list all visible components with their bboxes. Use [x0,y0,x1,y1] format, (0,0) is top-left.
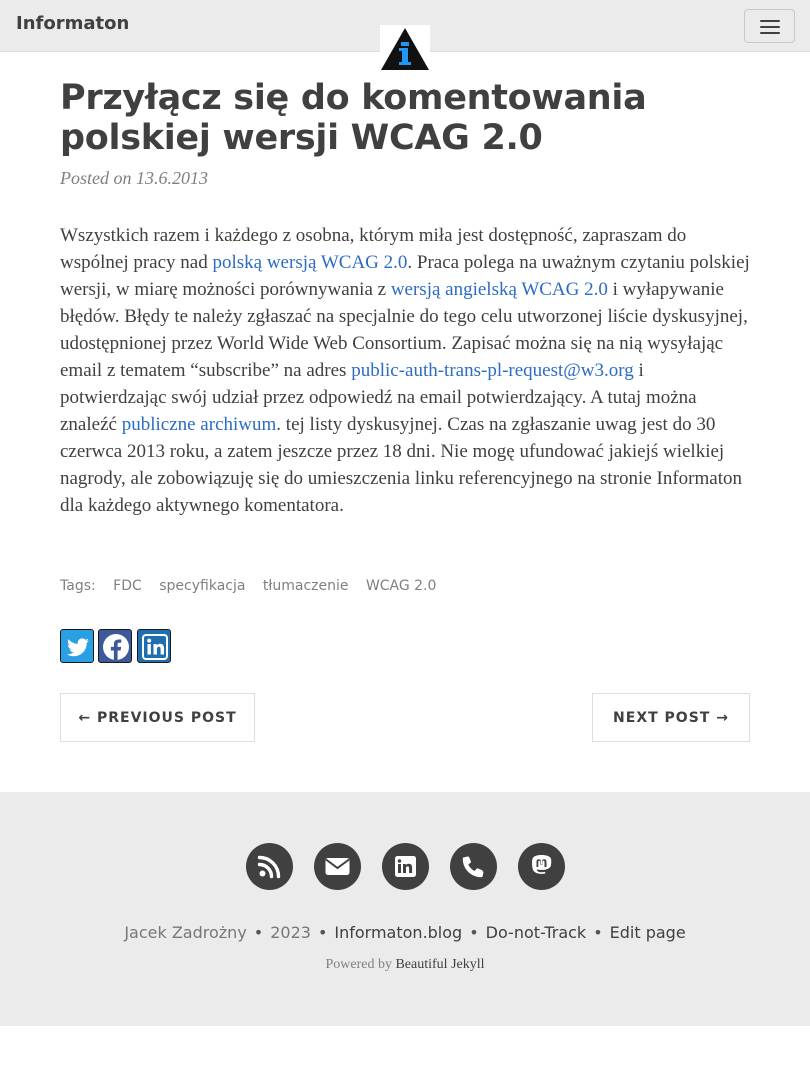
share-facebook-button[interactable] [98,629,132,663]
footer-credits: Jacek Zadrożny • 2023 • Informaton.blog • Do-n… [124,923,686,942]
footer-dnt-link[interactable]: Do-not-Track [486,923,587,942]
tag-link[interactable]: FDC [113,578,142,594]
informaton-logo-icon [381,28,429,70]
share-linkedin-button[interactable] [137,629,171,663]
rss-icon [257,855,281,879]
tag-link[interactable]: specyfikacja [159,578,245,594]
footer-email-link[interactable] [314,843,361,890]
previous-post-button[interactable]: ← PREVIOUS POST [60,693,255,742]
mastodon-icon [532,855,552,874]
footer-blog-link[interactable]: Informaton.blog [334,923,462,942]
powered-by: Powered by Beautiful Jekyll [325,957,485,972]
tag-link[interactable]: WCAG 2.0 [366,578,437,594]
next-post-button[interactable]: NEXT POST → [592,693,750,742]
footer-author: Jacek Zadrożny [124,923,247,942]
facebook-icon [103,634,129,660]
footer-year: 2023 [270,923,311,942]
tags-label: Tags: [60,578,96,594]
link-english-wcag[interactable]: wersją angielską WCAG 2.0 [391,279,608,300]
footer-edit-link[interactable]: Edit page [610,923,686,942]
share-twitter-button[interactable] [60,629,94,663]
link-public-archive[interactable]: publiczne archiwum [122,414,277,435]
post-body: Wszystkich razem i każdego z osobna, któ… [60,225,750,516]
twitter-icon [67,638,89,657]
jekyll-theme-link[interactable]: Beautiful Jekyll [395,957,484,972]
footer-mastodon-link[interactable] [518,843,565,890]
tag-list: Tags: FDC specyfikacja tłumaczenie WCAG … [60,578,449,594]
footer-rss-link[interactable] [246,843,293,890]
footer-phone-link[interactable] [450,843,497,890]
footer-linkedin-link[interactable] [382,843,429,890]
site-logo[interactable] [380,25,430,73]
post-title: Przyłącz się do komentowania polskiej we… [60,78,647,158]
link-subscribe-email[interactable]: public-auth-trans-pl-request@w3.org [351,360,634,381]
menu-toggle-button[interactable] [744,9,795,43]
phone-icon [462,856,484,878]
footer: Jacek Zadrożny • 2023 • Informaton.blog • Do-n… [0,792,810,1026]
linkedin-icon [142,634,168,660]
envelope-icon [325,858,350,875]
linkedin-icon [395,856,416,877]
hamburger-icon [760,20,780,22]
link-polish-wcag[interactable]: polską wersją WCAG 2.0 [212,252,407,273]
brand-link[interactable]: Informaton [16,13,129,34]
post-meta: Posted on 13.6.2013 [60,168,208,188]
tag-link[interactable]: tłumaczenie [263,578,349,594]
